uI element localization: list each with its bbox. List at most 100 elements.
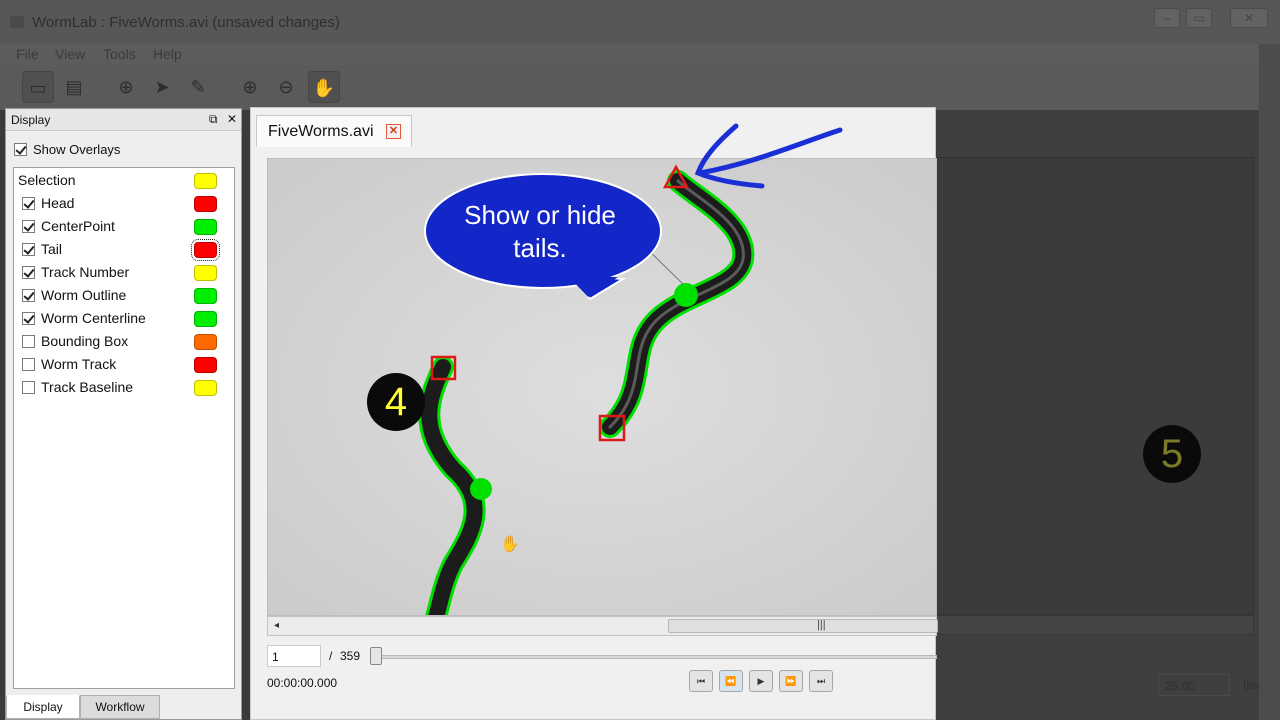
list-item-track-number[interactable]: Track Number [14, 261, 234, 284]
track-number-label: Track Number [41, 264, 130, 280]
right-scrollbar [936, 615, 1254, 635]
list-item-worm-outline[interactable]: Worm Outline [14, 284, 234, 307]
color-swatch[interactable] [194, 219, 217, 235]
track-number-checkbox[interactable] [22, 266, 35, 279]
fps-label: fps [1243, 678, 1260, 692]
hand-cursor-icon: ✋ [500, 536, 520, 553]
step-back-icon[interactable]: ⏪ [719, 670, 743, 692]
pen-icon[interactable]: ✎ [182, 71, 214, 103]
scrollbar-thumb[interactable]: ||| [668, 619, 938, 633]
document-tab-label: FiveWorms.avi [268, 123, 374, 140]
timecode: 00:00:00.000 [267, 676, 338, 690]
list-item-bounding-box[interactable]: Bounding Box [14, 330, 234, 353]
last-frame-icon[interactable]: ⏭ [809, 670, 833, 692]
color-swatch[interactable] [194, 380, 217, 396]
arrow-annotation [694, 123, 843, 189]
callout-text: Show or hide tails. [440, 199, 640, 265]
tab-fiveworms[interactable]: FiveWorms.avi ✕ [256, 115, 412, 147]
color-swatch[interactable] [194, 311, 217, 327]
worm-track-label: Worm Track [41, 356, 117, 372]
step-forward-icon[interactable]: ⏩ [779, 670, 803, 692]
centerpoint-marker [674, 283, 698, 307]
close-tab-icon[interactable]: ✕ [386, 124, 401, 139]
window-title: WormLab : FiveWorms.avi (unsaved changes… [32, 14, 340, 31]
tail-label: Tail [41, 241, 63, 257]
color-swatch[interactable] [194, 173, 217, 189]
window-titlebar: WormLab : FiveWorms.avi (unsaved changes… [0, 0, 1280, 44]
bounding-box-label: Bounding Box [41, 333, 129, 349]
menu-help[interactable]: Help [153, 46, 182, 62]
callout-line-1: Show or hide [464, 200, 616, 230]
bounding-box-checkbox[interactable] [22, 335, 35, 348]
worm-centerline-label: Worm Centerline [41, 310, 146, 326]
display-dock-panel: Display ⧉ ✕ Show Overlays Selection Head… [5, 108, 242, 720]
toolbar: ▭ ▤ ⊕ ➤ ✎ ⊕ ⊖ ✋ [0, 66, 1280, 110]
worm-outline-checkbox[interactable] [22, 289, 35, 302]
show-overlays-option[interactable]: Show Overlays [14, 141, 120, 157]
menu-tools[interactable]: Tools [103, 46, 136, 62]
show-overlays-checkbox[interactable] [14, 143, 27, 157]
dock-header: Display ⧉ ✕ [6, 109, 241, 131]
dock-tabs: Display Workflow [6, 695, 241, 720]
right-panel-dimmed: 25.00 fps [936, 110, 1280, 720]
track-number-badge: 4 [367, 373, 425, 431]
list-item-worm-track[interactable]: Worm Track [14, 353, 234, 376]
centerpoint-marker [470, 478, 492, 500]
worm-outline-label: Worm Outline [41, 287, 127, 303]
list-item-head[interactable]: Head [14, 192, 234, 215]
window-edge [1259, 44, 1280, 720]
head-checkbox[interactable] [22, 197, 35, 210]
frame-controls: 1 / 359 [267, 645, 937, 669]
track-number-badge-dim: 5 [1143, 425, 1201, 483]
maximize-icon[interactable]: ▭ [1186, 8, 1212, 28]
fps-input[interactable]: 25.00 [1158, 674, 1230, 696]
callout-line-2: tails. [513, 233, 567, 263]
frame-total: 359 [340, 649, 361, 663]
pointer-icon[interactable]: ➤ [146, 71, 178, 103]
color-swatch[interactable] [194, 196, 217, 212]
worm-centerline-checkbox[interactable] [22, 312, 35, 325]
frame-number-input[interactable]: 1 [267, 645, 321, 667]
color-swatch[interactable] [194, 288, 217, 304]
scroll-left-icon[interactable]: ◂ [274, 620, 279, 631]
selection-label: Selection [18, 172, 76, 188]
zoom-out-icon[interactable]: ⊖ [270, 71, 302, 103]
list-item-centerpoint[interactable]: CenterPoint [14, 215, 234, 238]
worm-track-checkbox[interactable] [22, 358, 35, 371]
list-item-worm-centerline[interactable]: Worm Centerline [14, 307, 234, 330]
track-baseline-checkbox[interactable] [22, 381, 35, 394]
tail-checkbox[interactable] [22, 243, 35, 256]
menu-view[interactable]: View [55, 46, 85, 62]
centerpoint-label: CenterPoint [41, 218, 115, 234]
frame-slider-handle[interactable] [370, 647, 382, 665]
list-item-track-baseline[interactable]: Track Baseline [14, 376, 234, 399]
show-overlays-label: Show Overlays [33, 142, 121, 158]
list-item-selection[interactable]: Selection [14, 169, 234, 192]
head-label: Head [41, 195, 75, 211]
minimize-icon[interactable]: – [1154, 8, 1180, 28]
color-swatch[interactable] [191, 239, 220, 261]
color-swatch[interactable] [194, 334, 217, 350]
list-item-tail[interactable]: Tail [14, 238, 234, 261]
app-icon [10, 16, 24, 28]
undock-icon[interactable]: ⧉ [209, 112, 218, 127]
color-swatch[interactable] [194, 265, 217, 281]
hand-icon[interactable]: ✋ [308, 71, 340, 103]
layout-icon[interactable]: ▤ [58, 71, 90, 103]
horizontal-scrollbar[interactable]: ◂ ||| [267, 616, 938, 636]
crosshair-icon[interactable]: ⊕ [110, 71, 142, 103]
first-frame-icon[interactable]: ⏮ [689, 670, 713, 692]
tab-display[interactable]: Display [6, 695, 80, 719]
frame-separator: / [329, 649, 333, 663]
centerpoint-checkbox[interactable] [22, 220, 35, 233]
zoom-in-icon[interactable]: ⊕ [234, 71, 266, 103]
color-swatch[interactable] [194, 357, 217, 373]
close-icon[interactable]: ✕ [227, 112, 237, 126]
close-window-icon[interactable]: ✕ [1230, 8, 1268, 28]
tab-workflow[interactable]: Workflow [80, 695, 160, 719]
play-icon[interactable]: ▶ [749, 670, 773, 692]
menu-file[interactable]: File [16, 46, 39, 62]
monitor-icon[interactable]: ▭ [22, 71, 54, 103]
frame-slider-track[interactable] [371, 655, 937, 659]
right-video-continuation [936, 157, 1254, 615]
